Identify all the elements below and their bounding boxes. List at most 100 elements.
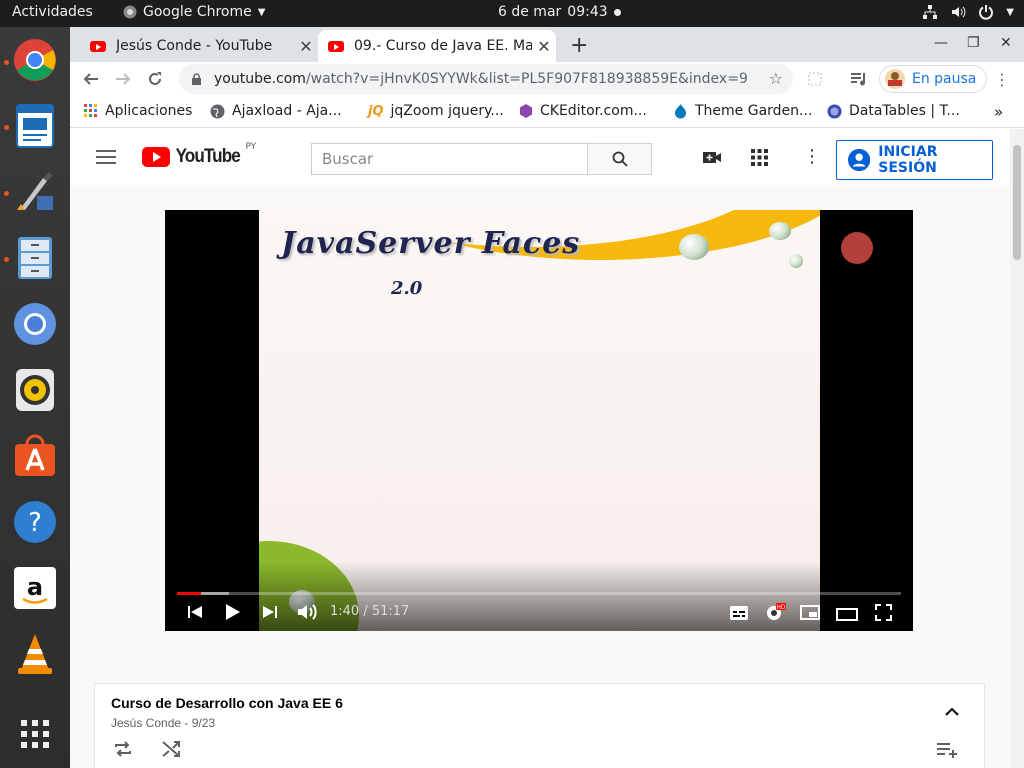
previous-button[interactable] (187, 604, 203, 624)
apps-button[interactable] (751, 149, 768, 170)
youtube-logo[interactable]: YouTube PY (142, 142, 256, 168)
clock[interactable]: 6 de mar 09:43 (498, 4, 621, 20)
bookmark-theme-garden[interactable]: Theme Garden... (673, 103, 812, 119)
gear-hd-icon: HD (767, 603, 786, 620)
restore-button[interactable]: ❐ (967, 35, 980, 51)
loop-playlist-button[interactable] (114, 741, 132, 761)
chrome-menu-button[interactable]: ⋮ (990, 67, 1014, 91)
svg-text:a: a (27, 573, 43, 601)
arrow-right-icon (116, 73, 131, 85)
media-control-button[interactable] (847, 67, 871, 91)
miniplayer-button[interactable] (800, 605, 820, 624)
bookmarks-bar: Aplicaciones Ajaxload - Aja... jQ jqZoom… (70, 96, 1024, 128)
volume-icon (298, 604, 317, 620)
dock-writer[interactable] (12, 103, 58, 149)
dock-drawing[interactable] (12, 169, 58, 215)
repeat-icon (115, 741, 131, 757)
youtube-favicon-icon (328, 40, 344, 52)
clock-time: 09:43 (567, 4, 608, 20)
profile-paused-button[interactable]: En pausa (879, 65, 988, 93)
bookmark-star-icon[interactable]: ☆ (769, 69, 783, 88)
channel-watermark (841, 232, 873, 264)
skip-next-icon (263, 606, 277, 618)
reload-button[interactable] (143, 67, 167, 91)
dock-software[interactable] (12, 433, 58, 479)
bookmark-label: DataTables | T... (849, 103, 960, 119)
more-bookmarks-button[interactable]: » (994, 103, 1003, 121)
search-input[interactable]: Buscar (311, 143, 588, 175)
search-button[interactable] (587, 143, 652, 175)
system-tray[interactable]: ▼ (922, 4, 1014, 20)
save-playlist-button[interactable] (936, 742, 958, 762)
dock-chrome[interactable] (12, 37, 58, 83)
theater-mode-button[interactable] (836, 606, 858, 625)
extension-button[interactable] (803, 67, 827, 91)
bookmark-jqzoom[interactable]: jQ jqZoom jquery... (368, 103, 504, 119)
close-window-button[interactable]: ✕ (1000, 35, 1012, 51)
tab-java-ee[interactable]: 09.- Curso de Java EE. Mar ✕ (318, 30, 556, 62)
next-button[interactable] (262, 604, 278, 624)
address-bar[interactable]: youtube.com/watch?v=jHnvK0SYYWk&list=PL5… (179, 64, 793, 94)
back-button[interactable] (79, 67, 103, 91)
play-button[interactable] (224, 602, 242, 626)
sign-in-button[interactable]: INICIAR SESIÓN (836, 140, 993, 180)
dock-files[interactable] (12, 235, 58, 281)
playlist-title[interactable]: Curso de Desarrollo con Java EE 6 (111, 695, 343, 711)
subtitles-button[interactable] (730, 605, 748, 624)
dock-chromium[interactable] (12, 301, 58, 347)
fullscreen-button[interactable] (875, 604, 892, 625)
close-tab-button[interactable]: ✕ (294, 37, 318, 56)
playlist-add-icon (937, 743, 957, 758)
activities-button[interactable]: Actividades (12, 4, 93, 20)
youtube-page: YouTube PY Buscar ⋮ INICIAR SESIÓN JavaS… (70, 129, 1010, 768)
bookmark-ajaxload[interactable]: Ajaxload - Aja... (210, 103, 342, 119)
drawing-icon (17, 172, 53, 210)
dock-help[interactable]: ? (12, 499, 58, 545)
guide-menu-button[interactable] (95, 149, 117, 169)
video-player[interactable]: JavaServer Faces 2.0 1:40 / 51:17 HD (165, 210, 913, 631)
forward-button[interactable] (111, 67, 135, 91)
playlist-icon (851, 73, 865, 86)
miniplayer-icon (800, 605, 820, 620)
globe-icon (210, 104, 225, 118)
new-tab-button[interactable]: + (570, 33, 588, 58)
bookmark-label: CKEditor.com... (540, 103, 647, 119)
svg-text:?: ? (28, 508, 42, 538)
datatables-icon (827, 104, 842, 118)
minimize-button[interactable]: — (934, 35, 948, 51)
progress-bar[interactable] (177, 592, 901, 595)
tab-jesus-conde[interactable]: Jesús Conde - YouTube ✕ (80, 30, 318, 62)
water-drop (789, 254, 803, 268)
chrome-window: Jesús Conde - YouTube ✕ 09.- Curso de Ja… (70, 27, 1024, 768)
dock-vlc[interactable] (12, 631, 58, 677)
bookmark-datatables[interactable]: DataTables | T... (827, 103, 960, 119)
collapse-playlist-button[interactable] (945, 702, 959, 721)
settings-menu-button[interactable]: ⋮ (803, 146, 821, 167)
subtitles-icon (730, 606, 748, 620)
rhythmbox-icon (16, 369, 54, 411)
page-scrollbar[interactable] (1010, 129, 1024, 768)
apps-grid-icon (21, 720, 49, 748)
create-video-button[interactable] (702, 149, 722, 169)
amazon-icon: a (14, 567, 56, 609)
mute-button[interactable] (296, 602, 318, 626)
dock-rhythmbox[interactable] (12, 367, 58, 413)
running-indicator (4, 191, 9, 196)
scrollbar-thumb[interactable] (1013, 145, 1021, 260)
bookmark-label: Theme Garden... (695, 103, 813, 119)
reload-icon (149, 72, 161, 85)
app-menu[interactable]: Google Chrome ▼ (123, 4, 265, 20)
shuffle-playlist-button[interactable] (162, 741, 180, 761)
settings-button[interactable]: HD (765, 602, 787, 626)
apps-grid-icon (84, 104, 97, 117)
bookmark-apps[interactable]: Aplicaciones (84, 103, 192, 119)
chrome-icon (14, 39, 56, 81)
avatar-icon (885, 69, 905, 89)
sign-in-label: INICIAR SESIÓN (878, 144, 938, 176)
jqzoom-icon: jQ (368, 103, 384, 119)
show-applications-button[interactable] (12, 711, 58, 757)
time-display: 1:40 / 51:17 (330, 604, 409, 619)
bookmark-ckeditor[interactable]: CKEditor.com... (519, 103, 647, 119)
dock-amazon[interactable]: a (12, 565, 58, 611)
close-tab-button[interactable]: ✕ (532, 37, 556, 56)
